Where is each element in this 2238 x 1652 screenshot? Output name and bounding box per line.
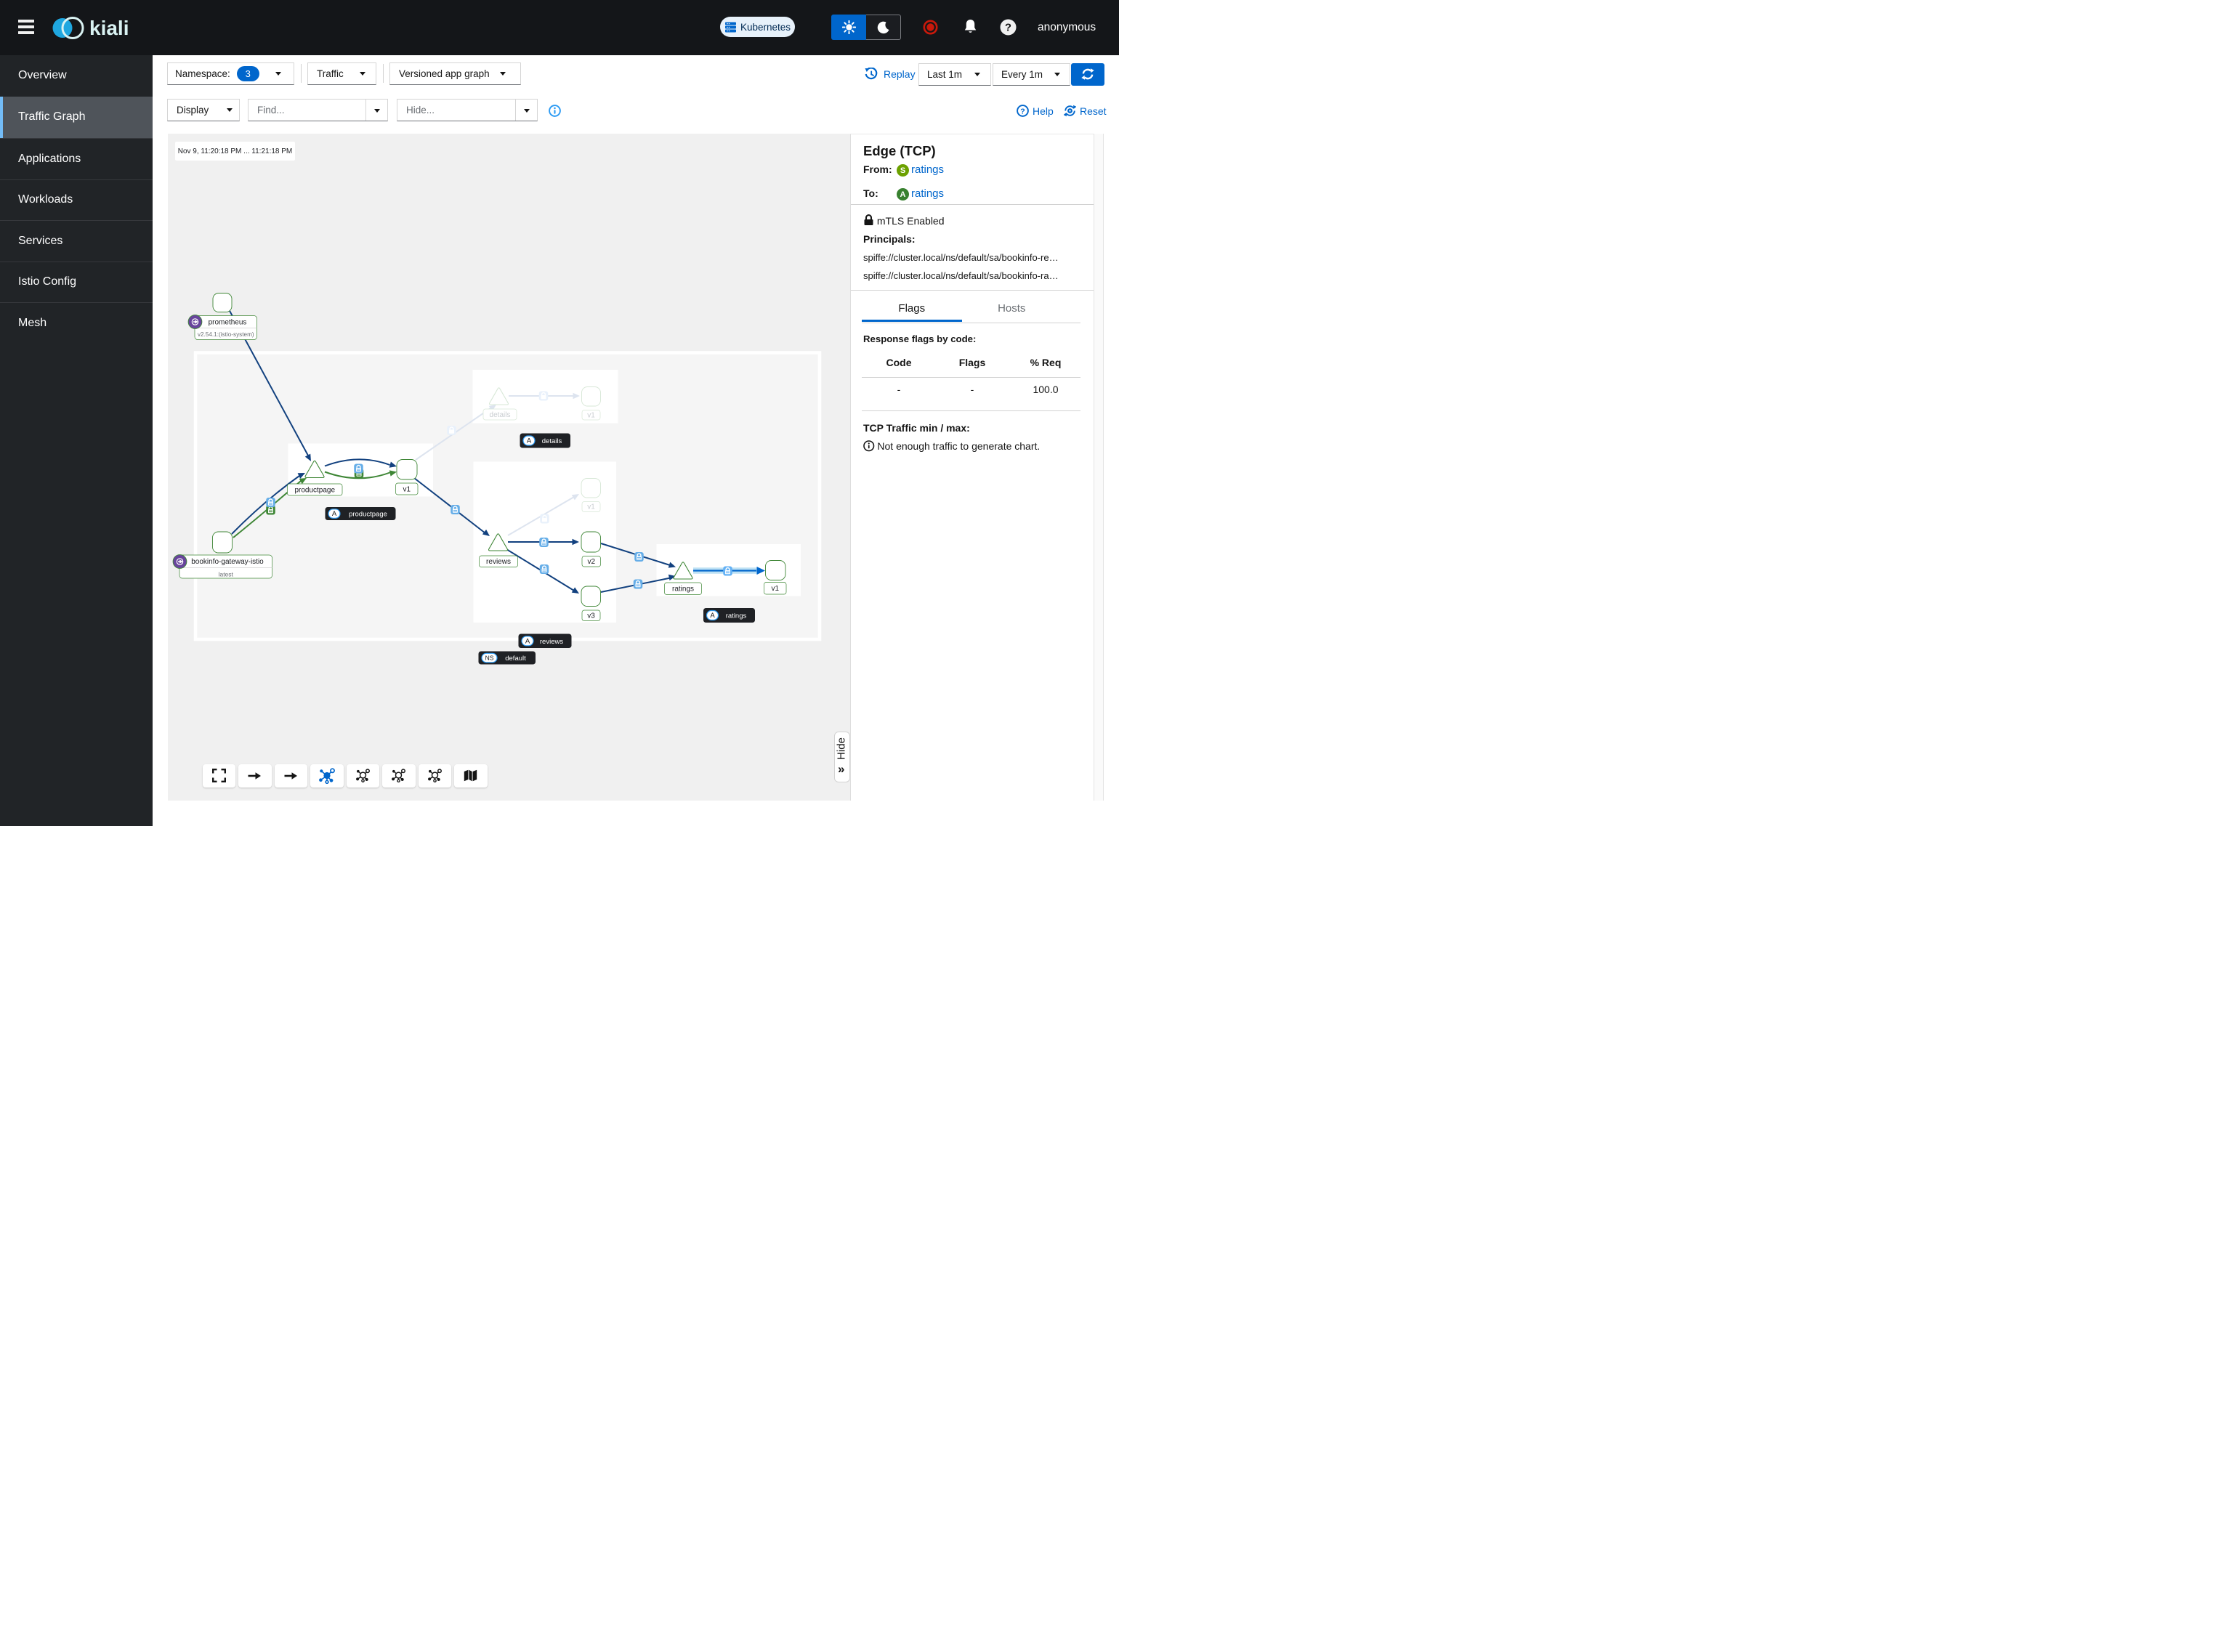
svg-text:bookinfo-gateway-istio: bookinfo-gateway-istio <box>191 558 264 566</box>
svg-text:v2.54.1:(istio-system): v2.54.1:(istio-system) <box>197 331 254 338</box>
svg-text:productpage: productpage <box>349 511 387 519</box>
svg-text:ratings: ratings <box>725 612 746 620</box>
svg-text:productpage: productpage <box>294 487 335 495</box>
svg-text:A: A <box>525 638 530 646</box>
svg-text:v1: v1 <box>771 585 779 593</box>
svg-text:v1: v1 <box>403 486 411 494</box>
svg-text:default: default <box>505 655 526 663</box>
svg-text:ratings: ratings <box>671 586 693 594</box>
svg-text:prometheus: prometheus <box>208 319 246 327</box>
svg-text:?: ? <box>1005 22 1011 34</box>
svg-text:?: ? <box>1020 108 1025 116</box>
svg-text:NS: NS <box>485 655 493 662</box>
svg-text:details: details <box>541 437 562 445</box>
svg-text:latest: latest <box>218 571 233 578</box>
svg-text:reviews: reviews <box>486 558 511 566</box>
svg-text:v1: v1 <box>587 412 595 420</box>
svg-text:A: A <box>526 437 531 445</box>
svg-text:v3: v3 <box>587 612 595 620</box>
svg-text:A: A <box>710 612 715 620</box>
svg-text:details: details <box>489 411 510 419</box>
svg-text:A: A <box>331 510 336 518</box>
svg-text:v2: v2 <box>587 558 595 566</box>
svg-text:reviews: reviews <box>539 638 562 646</box>
svg-text:v1: v1 <box>587 503 595 511</box>
